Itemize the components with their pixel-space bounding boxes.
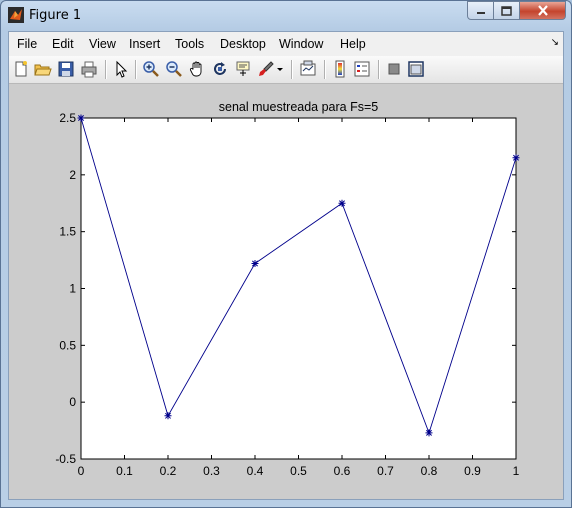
- menu-bar: File Edit View Insert Tools Desktop Wind…: [9, 32, 563, 56]
- menu-file[interactable]: File: [17, 37, 37, 51]
- data-point-marker[interactable]: [77, 114, 85, 122]
- y-tick-label: 1.5: [59, 225, 76, 239]
- close-button[interactable]: [519, 1, 566, 20]
- y-tick-label: 1: [69, 282, 76, 296]
- insert-colorbar-icon[interactable]: [331, 60, 349, 78]
- x-tick-label: 1: [513, 464, 520, 478]
- maximize-icon: [501, 5, 512, 16]
- title-bar[interactable]: Figure 1: [1, 1, 571, 31]
- axes-background[interactable]: [80, 117, 517, 460]
- y-tick-label: -0.5: [55, 452, 76, 466]
- insert-legend-icon[interactable]: [353, 60, 371, 78]
- edit-plot-arrow-icon[interactable]: [112, 60, 130, 78]
- toolbar-separator: [324, 60, 326, 79]
- zoom-out-icon[interactable]: [165, 60, 183, 78]
- x-tick-label: 0.2: [160, 464, 177, 478]
- x-tick-label: 0.8: [421, 464, 438, 478]
- chart-title: senal muestreada para Fs=5: [219, 100, 379, 114]
- hide-plot-tools-icon[interactable]: [385, 60, 403, 78]
- y-tick-label: 2: [69, 168, 76, 182]
- toolbar-separator: [135, 60, 137, 79]
- x-tick-label: 0.5: [290, 464, 307, 478]
- close-icon: [537, 5, 548, 16]
- toolbar-separator: [291, 60, 293, 79]
- x-tick-label: 0: [78, 464, 85, 478]
- x-tick-label: 0.1: [116, 464, 133, 478]
- data-cursor-icon[interactable]: [234, 60, 252, 78]
- x-tick-label: 0.7: [377, 464, 394, 478]
- minimize-button[interactable]: [467, 1, 494, 20]
- data-point-marker[interactable]: [251, 259, 259, 267]
- figure-window: Figure 1 File Edit View Insert Tools Des…: [0, 0, 572, 508]
- figure-canvas[interactable]: senal muestreada para Fs=5 0 0.1 0.2 0.3 0.4…: [9, 84, 563, 499]
- menu-view[interactable]: View: [89, 37, 116, 51]
- x-tick-label: 0.9: [464, 464, 481, 478]
- link-plot-icon[interactable]: [299, 60, 317, 78]
- zoom-in-icon[interactable]: [142, 60, 160, 78]
- rotate-3d-icon[interactable]: [211, 60, 229, 78]
- data-point-marker[interactable]: [425, 429, 433, 437]
- x-tick-label: 0.4: [247, 464, 264, 478]
- brush-icon[interactable]: [257, 60, 275, 78]
- minimize-icon: [476, 11, 485, 14]
- maximize-button[interactable]: [493, 1, 520, 20]
- figure-toolbar: [9, 56, 563, 84]
- print-icon[interactable]: [80, 60, 98, 78]
- matlab-logo-icon: [8, 7, 24, 23]
- plot-chart[interactable]: senal muestreada para Fs=5 0 0.1 0.2 0.3 0.4…: [9, 84, 563, 499]
- pan-hand-icon[interactable]: [188, 60, 206, 78]
- data-point-marker[interactable]: [164, 412, 172, 420]
- x-tick-label: 0.6: [334, 464, 351, 478]
- show-plot-tools-icon[interactable]: [407, 60, 425, 78]
- menu-desktop[interactable]: Desktop: [220, 37, 266, 51]
- save-icon[interactable]: [57, 60, 75, 78]
- menu-insert[interactable]: Insert: [129, 37, 160, 51]
- toolbar-separator: [105, 60, 107, 79]
- data-point-marker[interactable]: [338, 199, 346, 207]
- dock-arrow-icon[interactable]: ↘: [551, 37, 559, 48]
- menu-tools[interactable]: Tools: [175, 37, 204, 51]
- window-title: Figure 1: [29, 8, 82, 23]
- toolbar-separator: [378, 60, 380, 79]
- x-tick-label: 0.3: [203, 464, 220, 478]
- new-figure-icon[interactable]: [12, 60, 30, 78]
- menu-edit[interactable]: Edit: [52, 37, 74, 51]
- y-tick-label: 0.5: [59, 338, 76, 352]
- y-tick-label: 2.5: [59, 111, 76, 125]
- brush-dropdown-icon[interactable]: [275, 60, 285, 78]
- menu-help[interactable]: Help: [340, 37, 366, 51]
- menu-window[interactable]: Window: [279, 37, 323, 51]
- open-file-icon[interactable]: [34, 60, 52, 78]
- figure-client-area: File Edit View Insert Tools Desktop Wind…: [8, 31, 564, 500]
- y-tick-label: 0: [69, 395, 76, 409]
- data-point-marker[interactable]: [512, 154, 520, 162]
